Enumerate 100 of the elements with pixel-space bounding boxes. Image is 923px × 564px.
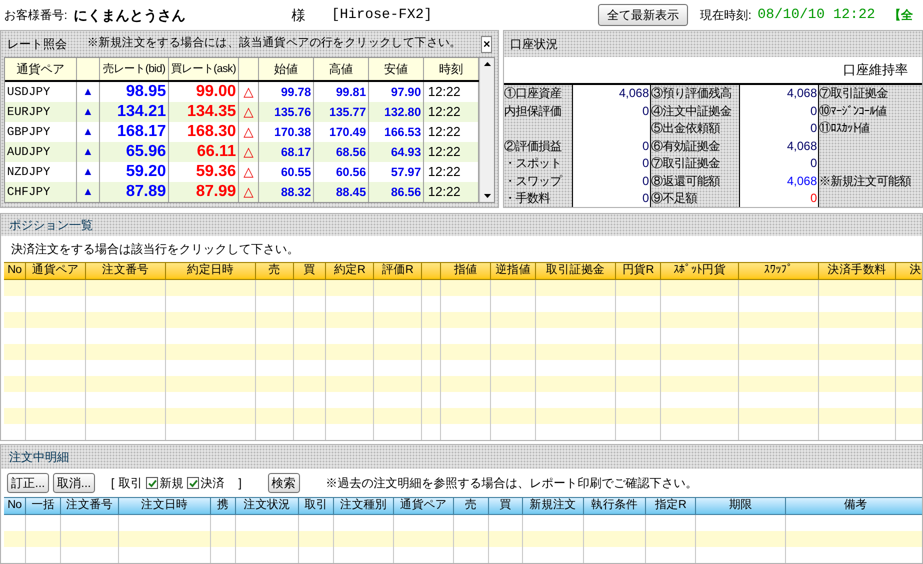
bid-cell-text: 87.89 [126, 182, 166, 202]
account-name: [Hirose-FX2] [331, 6, 432, 24]
column-header: 通貨ペア [400, 498, 447, 514]
filter-checkbox[interactable]: 新規 [146, 474, 184, 492]
column-header: 買 [500, 498, 512, 514]
time-cell-text: 12:22 [428, 183, 461, 202]
scrollbar[interactable] [479, 58, 494, 202]
price-cell-text: 64.93 [390, 144, 421, 161]
account-value: 4,068 [572, 84, 651, 102]
account-label: ・スポット [504, 155, 562, 172]
column-header: 逆指値 [495, 263, 531, 278]
ask-cell-text: 59.36 [196, 162, 236, 182]
filter-label: 取引 [118, 475, 142, 492]
rate-row[interactable]: USDJPY ▲ 98.95 99.00 △ 99.78 99.81 97.90 12:22 [5, 82, 479, 102]
rate-panel-title: レート照会 [7, 36, 67, 53]
checkmark-icon [188, 478, 198, 488]
cancel-button[interactable]: 取消... [53, 473, 96, 493]
bid-cell-text: 168.17 [117, 122, 166, 142]
price-cell-text: 88.32 [280, 184, 311, 201]
scroll-up-icon[interactable] [484, 62, 490, 66]
bracket: [ [111, 475, 114, 492]
column-header: 決 [910, 263, 922, 278]
rate-row[interactable]: NZDJPY ▲ 59.20 59.36 △ 60.55 60.56 57.97 12:22 [5, 162, 479, 182]
account-label: ・スワップ [504, 172, 562, 190]
account-value: 4,068 [739, 137, 819, 154]
price-cell-text: 99.78 [280, 84, 311, 101]
edit-button[interactable]: 訂正... [7, 473, 50, 493]
rate-row[interactable]: GBPJPY ▲ 168.17 168.30 △ 170.38 170.49 166.53 12:22 [5, 122, 479, 142]
column-header: 売レート(bid) [102, 62, 166, 77]
column-header: 取引証拠金 [546, 263, 605, 278]
account-label: ⑥有効証拠金 [651, 138, 720, 155]
account-label: ⑦取引証拠金 [819, 85, 888, 102]
ask-cell-text: 66.11 [196, 142, 236, 162]
column-header: 約定日時 [187, 263, 234, 278]
honorific: 様 [291, 6, 306, 24]
rate-row[interactable]: CHFJPY ▲ 87.89 87.99 △ 88.32 88.45 86.56 12:22 [5, 182, 479, 202]
column-header: 安値 [384, 61, 408, 78]
pair-cell-text: EURJPY [7, 104, 50, 121]
filter-checkbox[interactable]: 決済 [187, 474, 224, 492]
rate-row[interactable]: AUDJPY ▲ 65.96 66.11 △ 68.17 68.56 64.93 12:22 [5, 142, 479, 162]
ask-direction: △ [244, 163, 254, 182]
price-cell-text: 135.77 [329, 104, 366, 121]
account-label: ⑪ﾛｽｶｯﾄ値 [819, 120, 870, 138]
column-header: 執行条件 [591, 498, 638, 514]
checkmark-icon [148, 478, 157, 488]
ratio-label: 口座維持率 [843, 60, 908, 79]
price-cell-text: 68.17 [280, 144, 311, 161]
account-value: 4,068 [739, 84, 819, 102]
bid-direction: ▲ [82, 144, 94, 160]
column-header: 注文番号 [66, 498, 113, 514]
account-label: ・手数料 [504, 190, 550, 207]
positions-title: ポジション一覧 [9, 217, 93, 234]
account-value: 0 [572, 137, 651, 154]
column-header: 携 [217, 498, 229, 514]
bid-direction: ▲ [82, 184, 94, 200]
column-header: 売 [268, 263, 280, 278]
search-button[interactable]: 検索 [268, 473, 300, 493]
pair-cell-text: NZDJPY [7, 164, 50, 181]
account-label: ⑨不足額 [651, 190, 697, 207]
ask-cell-text: 134.35 [187, 102, 236, 122]
pair-cell-text: AUDJPY [7, 144, 50, 161]
pair-cell-text: CHFJPY [7, 184, 50, 201]
account-value: 0 [739, 154, 819, 172]
refresh-all-button[interactable]: 全て最新表示 [598, 4, 688, 26]
column-header: 円貨R [622, 263, 654, 278]
column-header: 買レート(ask) [171, 62, 236, 77]
bid-direction: ▲ [82, 84, 94, 100]
price-cell-text: 170.49 [329, 124, 366, 141]
ask-cell-text: 168.30 [187, 122, 236, 142]
ask-direction: △ [244, 123, 254, 142]
column-header: 新規注文 [530, 498, 576, 514]
price-cell-text: 57.97 [390, 164, 421, 181]
account-label: ⑦取引証拠金 [651, 155, 720, 172]
account-value: 0 [572, 154, 651, 172]
orders-note: ※過去の注文明細を参照する場合は、レポート印刷でご確認下さい。 [326, 475, 698, 492]
ask-cell-text: 99.00 [196, 82, 236, 102]
column-header: 取引 [304, 498, 328, 514]
account-value: 0 [739, 120, 819, 137]
rate-row[interactable]: EURJPY ▲ 134.21 134.35 △ 135.76 135.77 132.80 12:22 [5, 102, 479, 122]
account-value: 0 [739, 190, 819, 207]
bid-direction: ▲ [82, 164, 94, 180]
scroll-down-icon[interactable] [484, 194, 490, 198]
account-label: 内担保評価 [504, 102, 562, 120]
time-label: 現在時刻: [700, 7, 752, 24]
column-header: 約定R [334, 263, 366, 278]
bracket: ] [238, 475, 242, 492]
column-header: 指定R [654, 498, 686, 514]
column-header: 評価R [382, 263, 414, 278]
price-cell-text: 60.56 [336, 164, 366, 181]
close-button[interactable]: × [481, 36, 492, 52]
account-value: 0 [572, 102, 651, 120]
column-header: 備考 [844, 498, 868, 514]
orders-title: 注文中明細 [9, 449, 69, 466]
pair-cell-text: USDJPY [7, 84, 50, 101]
price-cell-text: 97.90 [390, 84, 421, 101]
ask-cell-text: 87.99 [196, 182, 236, 202]
account-value: 0 [739, 102, 819, 120]
bid-cell-text: 65.96 [126, 142, 166, 162]
account-value: 4,068 [739, 172, 819, 190]
account-panel-title: 口座状況 [510, 36, 558, 53]
